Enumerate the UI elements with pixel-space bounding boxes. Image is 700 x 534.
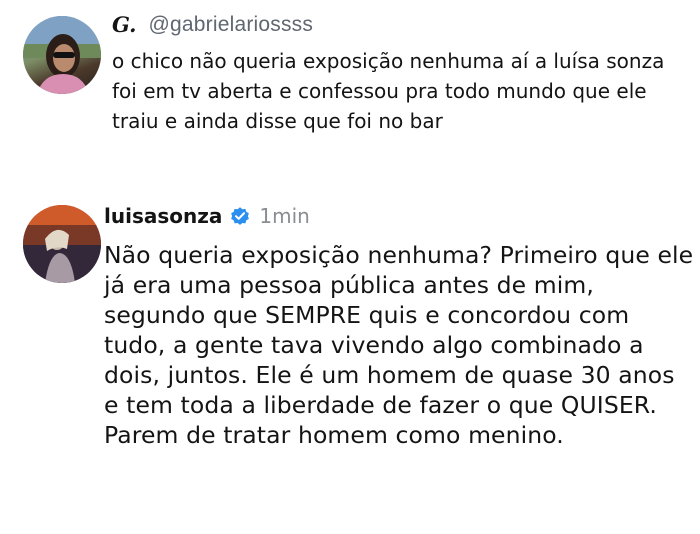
profile-photo-icon (23, 16, 101, 94)
verified-badge-icon (231, 207, 250, 225)
avatar[interactable] (23, 16, 101, 94)
reply-header: luisasonza 1min (104, 204, 310, 228)
user-handle[interactable]: @gabrielariossss (149, 13, 314, 37)
username[interactable]: luisasonza (104, 204, 222, 228)
reply-text: Não queria exposição nenhuma? Primeiro q… (104, 241, 694, 449)
avatar[interactable] (23, 205, 101, 283)
display-name[interactable]: G. (112, 12, 137, 37)
tweet-text: o chico não queria exposição nenhuma aí … (112, 49, 665, 133)
timestamp[interactable]: 1min (259, 204, 309, 228)
profile-photo-icon (23, 205, 101, 283)
tweet-header: G. @gabrielariossss (112, 12, 313, 37)
